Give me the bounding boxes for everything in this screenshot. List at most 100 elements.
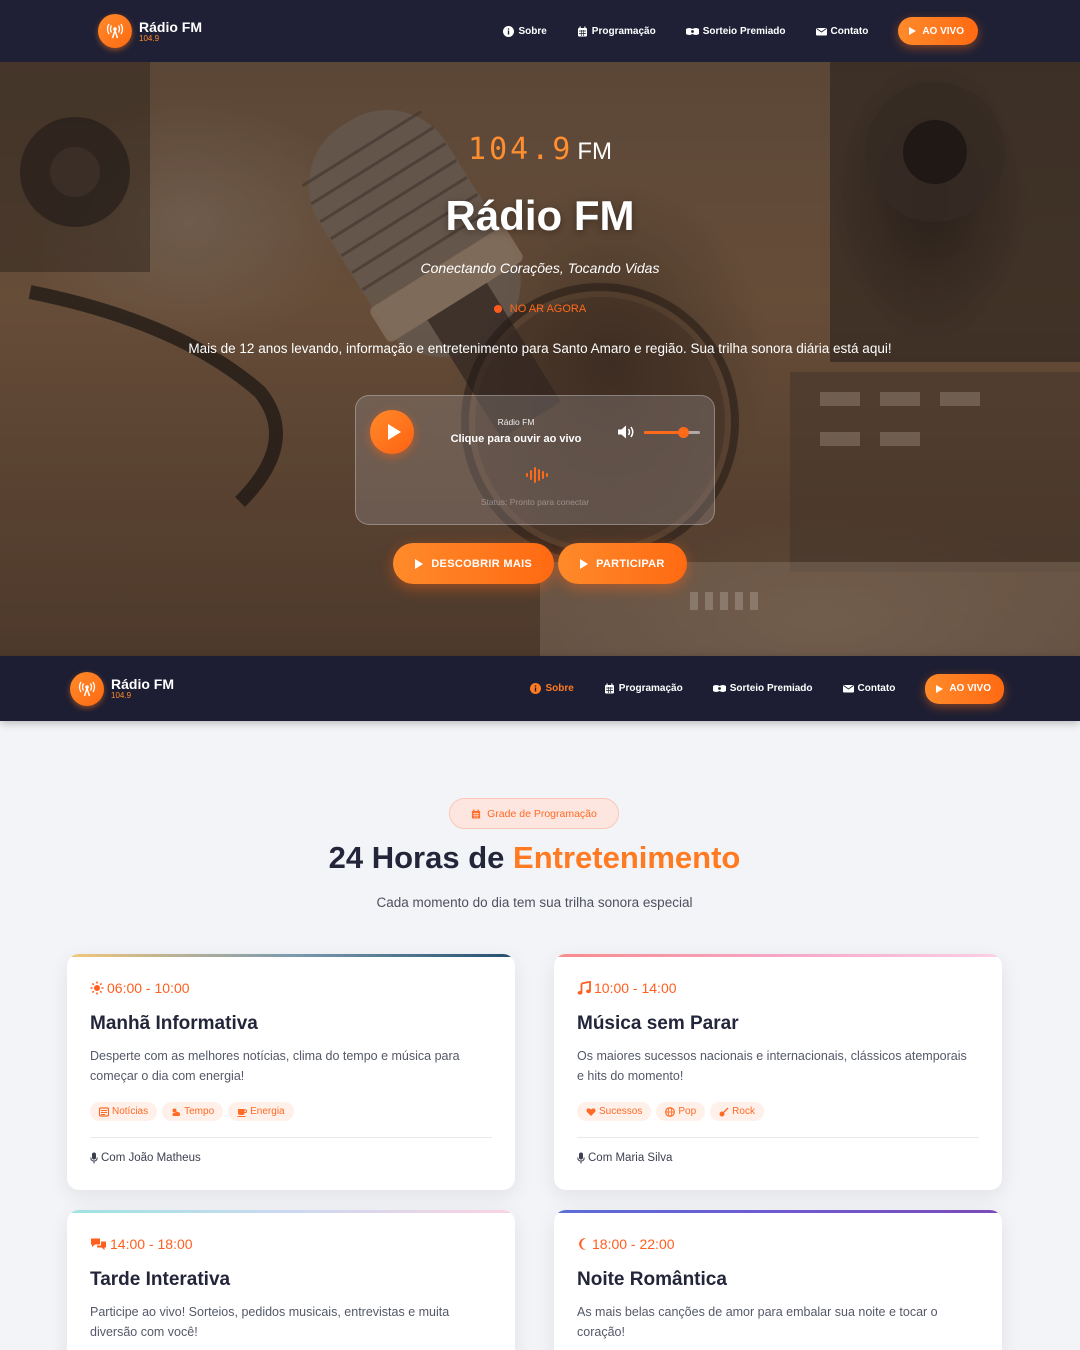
nav-item-sorteio[interactable]: Sorteio Premiado xyxy=(685,25,786,37)
card-accent-bar xyxy=(67,954,515,957)
radio-player: Rádio FM Clique para ouvir ao vivo Statu… xyxy=(355,395,715,525)
tag-label: Pop xyxy=(678,1106,697,1117)
brand-logo-link[interactable]: Rádio FM 104.9 xyxy=(70,671,174,706)
guitar-icon xyxy=(719,1107,729,1116)
card-time-label: 06:00 - 10:00 xyxy=(107,980,190,996)
volume-slider[interactable] xyxy=(644,427,700,438)
play-icon xyxy=(415,558,424,569)
card-time: 18:00 - 22:00 xyxy=(577,1236,675,1252)
nav-item-label: Sorteio Premiado xyxy=(702,25,786,37)
main-menu: Sobre Programação Sorteio Premiado Conta… xyxy=(500,673,1004,704)
card-time-label: 18:00 - 22:00 xyxy=(592,1236,675,1252)
live-button-label: AO VIVO xyxy=(949,683,991,694)
card-description: Os maiores sucessos nacionais e internac… xyxy=(577,1049,967,1083)
nav-item-label: Sobre xyxy=(518,25,547,37)
heart-icon xyxy=(586,1107,596,1116)
calendar-icon xyxy=(577,26,588,37)
section-title-highlight: Entretenimento xyxy=(513,840,741,875)
card-host-label: Com Maria Silva xyxy=(588,1152,673,1164)
nav-item-contato[interactable]: Contato xyxy=(842,683,895,694)
live-button[interactable]: AO VIVO xyxy=(925,673,1004,704)
ticket-icon xyxy=(712,683,726,694)
nav-item-sorteio[interactable]: Sorteio Premiado xyxy=(712,683,813,694)
card-description: Desperte com as melhores notícias, clima… xyxy=(90,1049,460,1083)
comments-icon xyxy=(90,1237,107,1251)
music-note-icon xyxy=(577,981,591,995)
card-tags: Notícias Tempo Energia xyxy=(90,1102,299,1121)
nav-item-contato[interactable]: Contato xyxy=(815,25,869,37)
card-description: As mais belas canções de amor para embal… xyxy=(577,1305,938,1339)
player-play-button[interactable] xyxy=(370,410,414,454)
brand-name: Rádio FM xyxy=(111,676,174,692)
schedule-card[interactable]: 10:00 - 14:00 Música sem Parar Os maiore… xyxy=(554,954,1002,1190)
card-divider xyxy=(577,1137,979,1138)
card-host: Com Maria Silva xyxy=(577,1152,672,1164)
card-host-label: Com João Matheus xyxy=(101,1152,201,1164)
player-status: Status: Pronto para conectar xyxy=(480,497,590,507)
nav-item-programacao[interactable]: Programação xyxy=(604,683,683,694)
hero-buttons: DESCOBRIR MAIS PARTICIPAR xyxy=(0,543,1080,584)
live-dot-icon xyxy=(493,305,502,313)
nav-item-label: Contato xyxy=(830,25,869,37)
volume-slider-handle[interactable] xyxy=(677,427,689,438)
brand-frequency: 104.9 xyxy=(111,691,132,700)
hero-section: 104.9 FM Rádio FM Conectando Corações, To… xyxy=(0,62,1080,656)
volume-icon[interactable] xyxy=(618,425,636,439)
sun-icon xyxy=(90,981,104,995)
nav-item-programacao[interactable]: Programação xyxy=(577,26,656,37)
nav-item-label: Programação xyxy=(591,25,656,37)
frequency-number: 104.9 xyxy=(468,132,574,167)
card-title: Música sem Parar xyxy=(577,1013,739,1034)
hero-content: 104.9 FM Rádio FM Conectando Corações, To… xyxy=(0,62,1080,656)
brand-name: Rádio FM xyxy=(139,18,202,35)
discover-more-button[interactable]: DESCOBRIR MAIS xyxy=(393,543,555,584)
hero-description: Mais de 12 anos levando, informação e en… xyxy=(188,341,892,356)
sticky-navbar: Rádio FM 104.9 Sobre Programação Sorteio… xyxy=(0,656,1080,721)
card-divider xyxy=(90,1137,492,1138)
schedule-card[interactable]: 06:00 - 10:00 Manhã Informativa Desperte… xyxy=(67,954,515,1190)
live-button[interactable]: AO VIVO xyxy=(898,17,978,45)
card-time: 14:00 - 18:00 xyxy=(90,1236,193,1252)
schedule-card[interactable]: 14:00 - 18:00 Tarde Interativa Participe… xyxy=(67,1210,515,1350)
card-description: Participe ao vivo! Sorteios, pedidos mus… xyxy=(90,1305,450,1339)
hero-title: Rádio FM xyxy=(445,192,635,239)
discover-more-label: DESCOBRIR MAIS xyxy=(431,557,533,570)
envelope-icon xyxy=(815,26,827,37)
calendar-icon xyxy=(472,808,481,819)
top-navbar: Rádio FM 104.9 Sobre Programação Sorteio… xyxy=(0,0,1080,62)
frequency-unit: FM xyxy=(577,138,612,165)
card-accent-bar xyxy=(554,1210,1002,1213)
on-air-indicator: NO AR AGORA xyxy=(0,303,1080,315)
hero-frequency: 104.9 FM xyxy=(0,132,1080,167)
card-title: Manhã Informativa xyxy=(90,1013,258,1034)
section-subtitle: Cada momento do dia tem sua trilha sonor… xyxy=(376,895,693,910)
participate-label: PARTICIPAR xyxy=(596,557,665,570)
info-circle-icon xyxy=(503,25,515,37)
audio-wave-icon xyxy=(526,467,548,483)
info-circle-icon xyxy=(530,683,542,694)
play-icon xyxy=(936,684,944,693)
brand-logo-link[interactable]: Rádio FM 104.9 xyxy=(98,14,202,48)
participate-button[interactable]: PARTICIPAR xyxy=(558,543,687,584)
tag-tempo: Tempo xyxy=(162,1102,224,1121)
hero-slogan: Conectando Corações, Tocando Vidas xyxy=(420,260,660,276)
microphone-icon xyxy=(577,1152,585,1164)
tag-noticias: Notícias xyxy=(90,1102,158,1121)
play-icon xyxy=(909,27,917,35)
coffee-icon xyxy=(237,1108,248,1117)
card-tags: Sucessos Pop Rock xyxy=(577,1102,769,1121)
tag-label: Rock xyxy=(732,1106,755,1117)
tag-sucessos: Sucessos xyxy=(577,1102,652,1121)
section-title: 24 Horas de Entretenimento xyxy=(0,840,1069,876)
nav-item-sobre[interactable]: Sobre xyxy=(530,683,574,694)
play-icon xyxy=(580,558,589,569)
card-time-label: 14:00 - 18:00 xyxy=(110,1236,193,1252)
main-menu: Sobre Programação Sorteio Premiado Conta… xyxy=(473,17,978,45)
tag-pop: Pop xyxy=(656,1102,706,1121)
live-button-label: AO VIVO xyxy=(922,25,964,37)
envelope-icon xyxy=(842,683,854,694)
nav-item-sobre[interactable]: Sobre xyxy=(503,25,547,37)
card-title: Tarde Interativa xyxy=(90,1269,231,1290)
schedule-card[interactable]: 18:00 - 22:00 Noite Romântica As mais be… xyxy=(554,1210,1002,1350)
microphone-icon xyxy=(90,1152,98,1164)
